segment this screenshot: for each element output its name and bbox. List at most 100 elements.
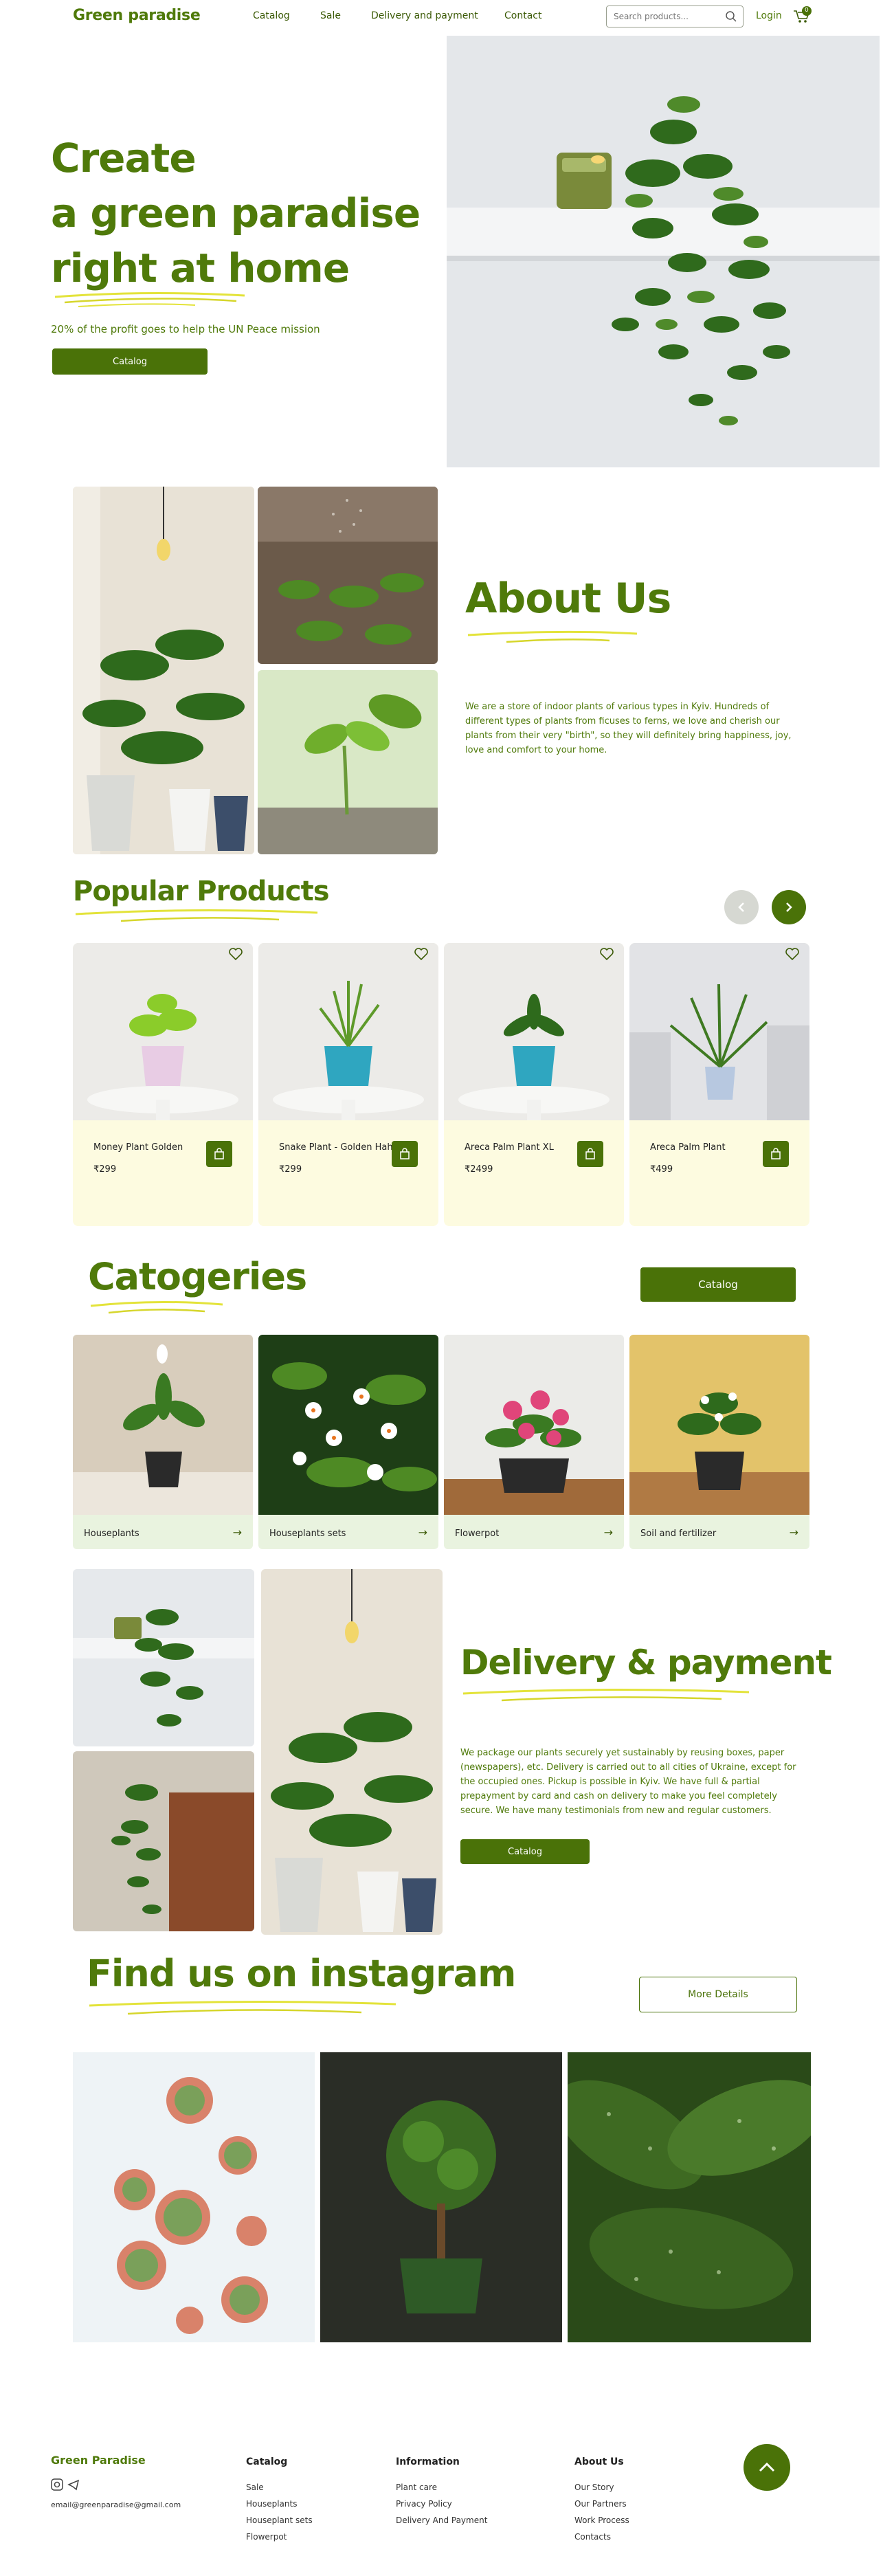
nav-delivery[interactable]: Delivery and payment <box>371 10 478 21</box>
instagram-post[interactable] <box>73 2052 315 2342</box>
product-image <box>629 943 809 1120</box>
sprout-illustration <box>258 670 438 854</box>
hero-title: Create a green paradise right at home <box>51 131 421 296</box>
login-link[interactable]: Login <box>756 10 782 21</box>
about-text: We are a store of indoor plants of vario… <box>465 702 792 755</box>
telegram-icon[interactable] <box>67 2478 80 2491</box>
logo[interactable]: Green paradise <box>73 7 201 24</box>
hero-catalog-button[interactable]: Catalog <box>52 348 208 375</box>
about-underline <box>467 630 638 643</box>
shopping-bag-icon <box>400 1148 410 1159</box>
nav-sale[interactable]: Sale <box>320 10 341 21</box>
cart-icon <box>794 6 812 23</box>
chevron-left-icon <box>738 902 744 912</box>
hero-title-line: a green paradise <box>51 190 421 236</box>
add-to-cart-button[interactable] <box>206 1141 232 1167</box>
ivy-illustration <box>73 1751 254 1931</box>
category-image <box>629 1335 809 1515</box>
product-card[interactable]: Snake Plant - Golden Hahnii ₹299 <box>258 943 438 1226</box>
product-name: Areca Palm Plant <box>650 1142 726 1153</box>
add-to-cart-button[interactable] <box>763 1141 789 1167</box>
footer-email[interactable]: email@greenparadise@gmail.com <box>51 2500 181 2509</box>
category-label: Soil and fertilizer <box>640 1529 717 1539</box>
delivery-underline <box>462 1688 750 1702</box>
footer-link[interactable]: Delivery And Payment <box>396 2516 487 2525</box>
category-card[interactable]: Soil and fertilizer → <box>629 1335 809 1549</box>
add-to-cart-button[interactable] <box>392 1141 418 1167</box>
category-card[interactable]: Houseplants sets → <box>258 1335 438 1549</box>
arrow-right-icon[interactable]: → <box>233 1526 242 1539</box>
footer-link[interactable]: Our Story <box>574 2483 614 2492</box>
footer-col-title: Catalog <box>246 2456 288 2467</box>
instagram-post[interactable] <box>320 2052 562 2342</box>
footer-link[interactable]: Flowerpot <box>246 2532 287 2542</box>
arrow-right-icon[interactable]: → <box>790 1526 798 1539</box>
hanging-plant-illustration <box>73 1569 254 1746</box>
search-box <box>606 5 744 27</box>
chevron-right-icon <box>786 902 792 912</box>
category-image <box>258 1335 438 1515</box>
product-card[interactable]: Money Plant Golden ₹299 <box>73 943 253 1226</box>
delivery-text: We package our plants securely yet susta… <box>460 1748 796 1816</box>
category-card[interactable]: Houseplants → <box>73 1335 253 1549</box>
scroll-top-button[interactable] <box>744 2444 790 2491</box>
nav-contact[interactable]: Contact <box>504 10 541 21</box>
succulents-illustration <box>73 2052 315 2342</box>
about-title: About Us <box>465 575 671 623</box>
instagram-underline <box>89 2000 396 2015</box>
page: Green paradise Catalog Sale Delivery and… <box>0 0 883 2576</box>
category-image <box>444 1335 624 1515</box>
carousel-next-button[interactable] <box>772 890 806 924</box>
category-card[interactable]: Flowerpot → <box>444 1335 624 1549</box>
hero-image <box>447 36 880 467</box>
heart-icon[interactable] <box>599 947 614 961</box>
instagram-post[interactable] <box>555 2052 825 2342</box>
categories-catalog-button[interactable]: Catalog <box>640 1267 796 1302</box>
footer-link[interactable]: Privacy Policy <box>396 2499 452 2509</box>
search-input[interactable] <box>607 6 717 27</box>
shopping-bag-icon <box>214 1148 224 1159</box>
category-label: Houseplants sets <box>269 1529 346 1539</box>
product-price: ₹299 <box>93 1164 117 1175</box>
category-image <box>73 1335 253 1515</box>
cart-button[interactable]: 0 <box>792 5 812 29</box>
hero-title-line: Create <box>51 135 197 181</box>
arrow-right-icon[interactable]: → <box>604 1526 613 1539</box>
more-details-button[interactable]: More Details <box>639 1977 797 2012</box>
carousel-prev-button[interactable] <box>724 890 759 924</box>
delivery-catalog-button[interactable]: Catalog <box>460 1839 590 1864</box>
footer-col-title: About Us <box>574 2456 624 2467</box>
product-image <box>258 943 438 1120</box>
heart-icon[interactable] <box>228 947 243 961</box>
leaves-closeup-illustration <box>555 2052 825 2342</box>
footer-link[interactable]: Houseplants <box>246 2499 297 2509</box>
footer-link[interactable]: Our Partners <box>574 2499 627 2509</box>
footer-link[interactable]: Contacts <box>574 2532 611 2542</box>
footer-link[interactable]: Work Process <box>574 2516 629 2525</box>
categories-underline <box>90 1300 223 1314</box>
categories-title: Catogeries <box>88 1255 307 1298</box>
product-card[interactable]: Areca Palm Plant ₹499 <box>629 943 809 1226</box>
arrow-right-icon[interactable]: → <box>418 1526 427 1539</box>
heart-icon[interactable] <box>785 947 800 961</box>
product-name: Areca Palm Plant XL <box>465 1142 554 1153</box>
potted-plants-illustration <box>73 487 254 854</box>
footer-link[interactable]: Sale <box>246 2483 264 2492</box>
nav-catalog[interactable]: Catalog <box>253 10 290 21</box>
about-image-sprout <box>258 670 438 854</box>
product-price: ₹499 <box>650 1164 673 1175</box>
hanging-plant-illustration <box>447 36 880 467</box>
footer-link[interactable]: Plant care <box>396 2483 437 2492</box>
product-image <box>73 943 253 1120</box>
instagram-icon[interactable] <box>51 2478 63 2491</box>
delivery-title: Delivery & payment <box>460 1643 832 1683</box>
add-to-cart-button[interactable] <box>577 1141 603 1167</box>
search-icon[interactable] <box>725 10 737 25</box>
topiary-illustration <box>320 2052 562 2342</box>
popular-underline <box>75 909 318 922</box>
shopping-bag-icon <box>771 1148 781 1159</box>
product-card[interactable]: Areca Palm Plant XL ₹2499 <box>444 943 624 1226</box>
footer-link[interactable]: Houseplant sets <box>246 2516 313 2525</box>
footer-brand: Green Paradise <box>51 2454 146 2467</box>
heart-icon[interactable] <box>414 947 429 961</box>
